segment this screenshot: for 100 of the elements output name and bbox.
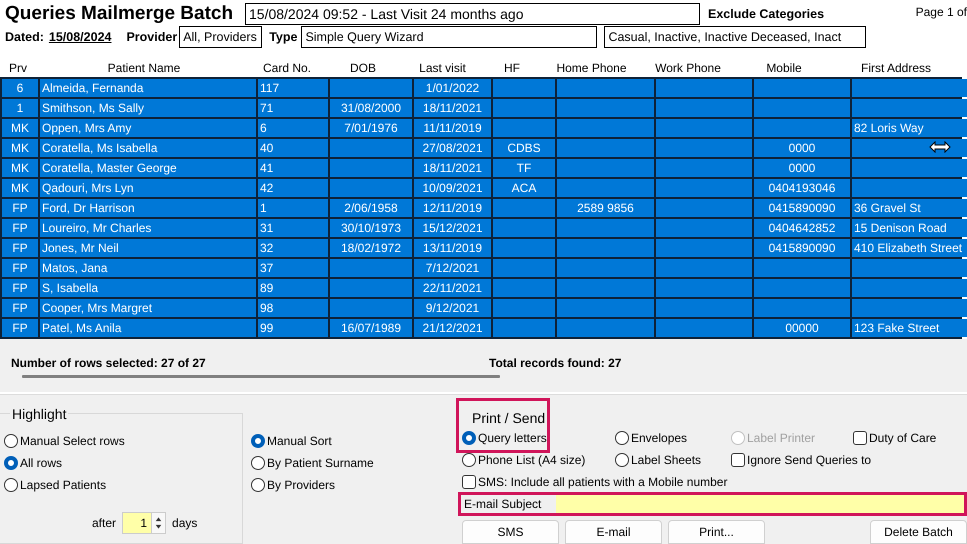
column-header[interactable]: HF (481, 60, 543, 75)
table-cell: 18/11/2021 (414, 159, 491, 178)
table-cell: 1/01/2022 (414, 79, 491, 98)
checkbox-option[interactable]: Duty of Care (853, 429, 936, 447)
visit-info-field[interactable]: 15/08/2024 09:52 - Last Visit 24 months ago (245, 3, 700, 26)
table-cell: Ford, Dr Harrison (40, 199, 256, 218)
table-cell: 18/11/2021 (414, 99, 491, 118)
table-cell: 82 Loris Way (852, 119, 967, 138)
table-cell: 410 Elizabeth Street (852, 239, 967, 258)
column-header[interactable]: Patient Name (36, 60, 252, 75)
table-cell: 12/11/2019 (414, 199, 491, 218)
table-cell: 7/12/2021 (414, 259, 491, 278)
email-subject-label: E-mail Subject (463, 497, 542, 511)
table-cell: S, Isabella (40, 279, 256, 298)
radio-option[interactable]: Envelopes (615, 429, 688, 447)
table-cell: 99 (258, 319, 328, 338)
radio-option[interactable]: Query letters (462, 429, 547, 447)
table-cell: MK (2, 179, 38, 198)
table-cell: 13/11/2019 (414, 239, 491, 258)
table-cell (493, 99, 555, 118)
table-cell: 30/10/1973 (330, 219, 412, 238)
table-cell: 00000 (754, 319, 850, 338)
table-cell: Loureiro, Mr Charles (40, 219, 256, 238)
column-header[interactable]: DOB (322, 60, 404, 75)
table-cell: MK (2, 139, 38, 158)
checkbox-option[interactable]: Ignore Send Queries to (731, 451, 872, 469)
type-field[interactable]: Simple Query Wizard (301, 26, 598, 48)
table-cell: FP (2, 259, 38, 278)
action-button[interactable]: E-mail (565, 520, 662, 544)
table-cell: 0000 (754, 139, 850, 158)
table-cell: FP (2, 199, 38, 218)
table-cell: 37 (258, 259, 328, 278)
dated-value: 15/08/2024 (48, 30, 112, 44)
radio-option[interactable]: All rows (4, 454, 62, 472)
table-cell: 27/08/2021 (414, 139, 491, 158)
column-header[interactable]: Last visit (404, 60, 481, 75)
scrollbar-thumb[interactable] (22, 375, 500, 378)
table-cell: 40 (258, 139, 328, 158)
table-cell: Patel, Ms Anila (40, 319, 256, 338)
table-cell: 15/12/2021 (414, 219, 491, 238)
table-cell: 31 (258, 219, 328, 238)
table-cell: MK (2, 159, 38, 178)
table-cell: 0404642852 (754, 219, 850, 238)
table-cell (493, 299, 555, 318)
days-label: days (172, 516, 198, 530)
table-cell: Cooper, Mrs Margret (40, 299, 256, 318)
radio-option[interactable]: By Providers (251, 476, 336, 494)
table-cell: 10/09/2021 (414, 179, 491, 198)
action-button[interactable]: Delete Batch (870, 520, 967, 544)
table-cell: 7/01/1976 (330, 119, 412, 138)
dated-label: Dated: (5, 30, 44, 44)
column-header[interactable]: First Address (832, 60, 960, 75)
radio-option[interactable]: By Patient Surname (251, 454, 374, 472)
column-header[interactable]: Prv (0, 60, 36, 75)
table-cell: Coratella, Master George (40, 159, 256, 178)
radio-option[interactable]: Lapsed Patients (4, 476, 106, 494)
table-cell: Oppen, Mrs Amy (40, 119, 256, 138)
exclude-label: Exclude Categories (708, 7, 824, 22)
table-cell: 1 (258, 199, 328, 218)
table-cell: 0404193046 (754, 179, 850, 198)
total-records-text: Total records found: 27 (489, 356, 622, 370)
table-cell: 71 (258, 99, 328, 118)
column-header[interactable]: Home Phone (543, 60, 640, 75)
table-cell: 2589 9856 (557, 199, 654, 218)
table-cell: 15 Denison Road (852, 219, 967, 238)
table-cell: 42 (258, 179, 328, 198)
table-cell: 11/11/2019 (414, 119, 491, 138)
action-button[interactable]: SMS (462, 520, 559, 544)
column-header[interactable]: Mobile (736, 60, 832, 75)
checkbox-option[interactable]: SMS: Include all patients with a Mobile number (462, 473, 728, 491)
table-cell: Smithson, Ms Sally (40, 99, 256, 118)
column-header[interactable]: Work Phone (640, 60, 736, 75)
exclude-field[interactable]: Casual, Inactive, Inactive Deceased, Inact (604, 26, 866, 48)
group-title: Highlight (10, 406, 68, 422)
table-cell: 18/02/1972 (330, 239, 412, 258)
action-button[interactable]: Print... (668, 520, 765, 544)
radio-option[interactable]: Label Sheets (615, 451, 702, 469)
table-cell (493, 199, 555, 218)
after-label: after (92, 516, 116, 530)
table-cell: 0415890090 (754, 199, 850, 218)
table-cell: 2/06/1958 (330, 199, 412, 218)
table-cell (493, 259, 555, 278)
table-cell: 32 (258, 239, 328, 258)
radio-option[interactable]: Manual Select rows (4, 432, 125, 450)
radio-option[interactable]: Phone List (A4 size) (462, 451, 586, 469)
table-cell (493, 119, 555, 138)
table-cell: Almeida, Fernanda (40, 79, 256, 98)
column-header[interactable]: Card No. (252, 60, 322, 75)
table-cell: 6 (2, 79, 38, 98)
email-subject-field[interactable] (556, 495, 964, 513)
table-cell: 0415890090 (754, 239, 850, 258)
table-cell (493, 239, 555, 258)
table-cell: 22/11/2021 (414, 279, 491, 298)
provider-field[interactable]: All, Providers (179, 26, 262, 48)
table-cell: ACA (493, 179, 555, 198)
rows-selected-text: Number of rows selected: 27 of 27 (11, 356, 207, 370)
radio-option[interactable]: Manual Sort (251, 432, 332, 450)
window-title: Queries Mailmerge Batch (5, 3, 234, 26)
days-spinner[interactable]: 1 (122, 512, 166, 534)
table-cell: 36 Gravel St (852, 199, 967, 218)
